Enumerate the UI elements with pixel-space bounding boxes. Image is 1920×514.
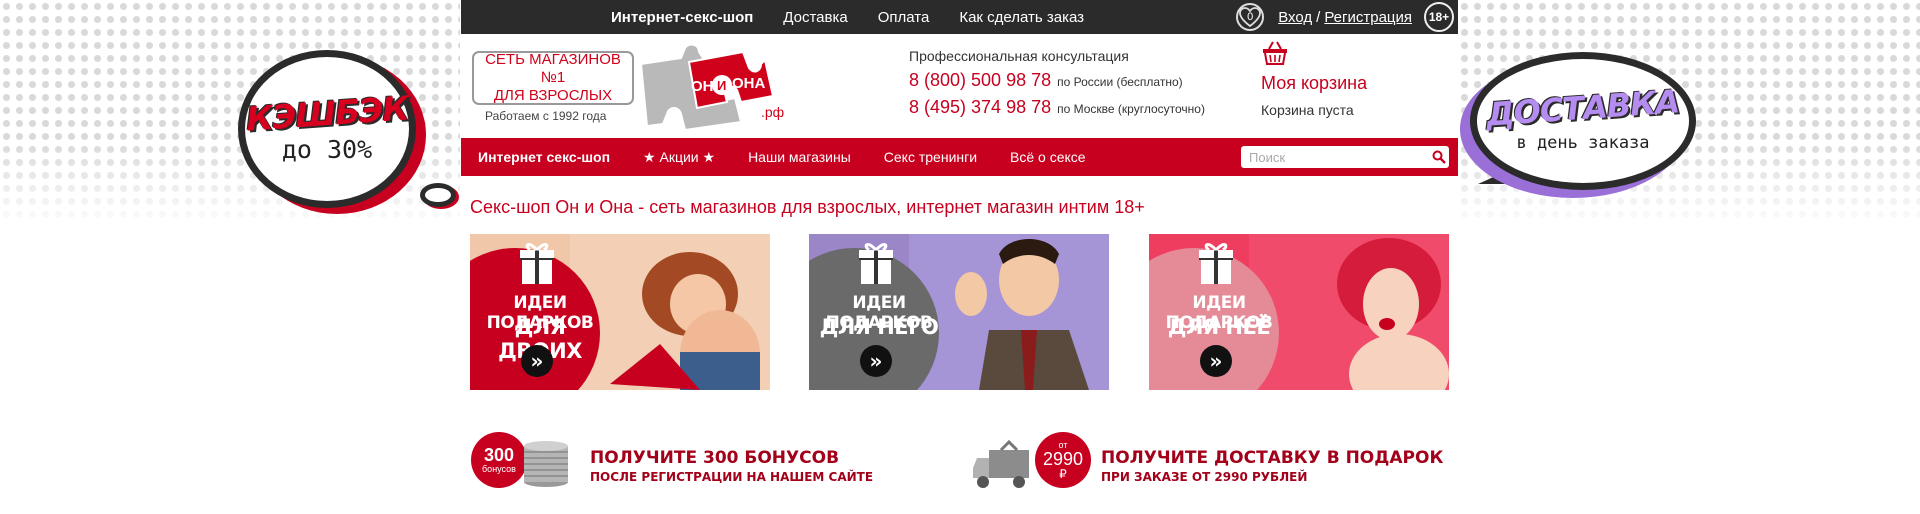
phone-number[interactable]: 8 (800) 500 98 78 xyxy=(909,70,1051,91)
delivery-title: ДОСТАВКА xyxy=(1485,82,1681,134)
promo-title: ПОЛУЧИТЕ ДОСТАВКУ В ПОДАРОК xyxy=(1101,448,1444,468)
main-nav: Интернет секс-шоп ★ Акции ★ Наши магазин… xyxy=(461,138,1458,176)
search-button[interactable] xyxy=(1429,147,1449,167)
cart[interactable]: Моя корзина Корзина пуста xyxy=(1261,40,1367,118)
promo-text: ПОЛУЧИТЕ 300 БОНУСОВ ПОСЛЕ РЕГИСТРАЦИИ Н… xyxy=(590,448,873,484)
cashback-bubble-tail xyxy=(420,183,456,207)
top-nav-delivery[interactable]: Доставка xyxy=(783,9,847,26)
nav-item-stores[interactable]: Наши магазины xyxy=(748,149,851,165)
logo-domain: .рф xyxy=(761,104,785,120)
logo-brand-i: И xyxy=(717,78,726,93)
gift-icon xyxy=(520,243,554,284)
cashback-subtitle: до 30% xyxy=(281,135,373,164)
banner-line-2: ДЛЯ НЕЁ xyxy=(1167,315,1271,339)
auth-separator: / xyxy=(1316,8,1321,26)
phone-number[interactable]: 8 (495) 374 98 78 xyxy=(909,97,1051,118)
promo-text: ПОЛУЧИТЕ ДОСТАВКУ В ПОДАРОК ПРИ ЗАКАЗЕ О… xyxy=(1101,448,1443,484)
promo-free-delivery[interactable]: от 2990 ₽ ПОЛУЧИТЕ ДОСТАВКУ В ПОДАРОК ПР… xyxy=(971,432,1451,492)
cart-status: Корзина пуста xyxy=(1261,102,1354,118)
promo-title: ПОЛУЧИТЕ 300 БОНУСОВ xyxy=(590,448,840,468)
logo-line-1: СЕТЬ МАГАЗИНОВ №1 xyxy=(485,51,621,86)
delivery-subtitle: в день заказа xyxy=(1516,133,1650,153)
nav-item-promotions[interactable]: ★ Акции ★ xyxy=(643,149,715,166)
banner-arrow-icon[interactable]: » xyxy=(860,345,892,377)
nav-item-trainings[interactable]: Секс тренинги xyxy=(884,149,977,165)
banner-gifts-for-him[interactable]: ИДЕИ ПОДАРКОВ ДЛЯ НЕГО » xyxy=(809,234,1109,390)
search-box xyxy=(1241,146,1449,168)
login-link[interactable]: Вход xyxy=(1278,9,1312,26)
nav-item-about-sex[interactable]: Всё о сексе xyxy=(1010,149,1086,165)
contacts: Профессиональная консультация 8 (800) 50… xyxy=(909,48,1205,118)
phone-note: по России (бесплатно) xyxy=(1057,75,1183,89)
bonus-badge-label: бонусов xyxy=(482,464,516,474)
nav-item-sexshop[interactable]: Интернет секс-шоп xyxy=(478,149,610,165)
favorites-button[interactable]: 0 xyxy=(1236,3,1265,31)
puzzle-logo-icon[interactable]: ОН И ОНА xyxy=(633,44,775,132)
search-input[interactable] xyxy=(1249,147,1429,167)
gift-icon xyxy=(859,243,893,284)
top-bar: Интернет-секс-шоп Доставка Оплата Как сд… xyxy=(461,0,1458,34)
delivery-bubble[interactable]: ДОСТАВКА в день заказа xyxy=(1470,52,1696,190)
logo-line-2: ДЛЯ ВЗРОСЛЫХ xyxy=(493,87,613,104)
page-title: Секс-шоп Он и Она - сеть магазинов для в… xyxy=(470,197,1145,217)
truck-icon xyxy=(973,440,1029,488)
account-area: 0 Вход / Регистрация 18+ xyxy=(1236,0,1454,34)
logo-since: Работаем с 1992 года xyxy=(485,109,607,123)
age-badge: 18+ xyxy=(1424,2,1454,32)
phone-row: 8 (495) 374 98 78 по Москве (круглосуточ… xyxy=(909,97,1205,118)
top-nav-sexshop[interactable]: Интернет-секс-шоп xyxy=(611,9,753,26)
banner-arrow-icon[interactable]: » xyxy=(1200,345,1232,377)
basket-icon xyxy=(1263,41,1287,65)
bonus-badge: 300 бонусов xyxy=(471,432,527,488)
logo-brand-ona: ОНА xyxy=(732,75,766,92)
phone-row: 8 (800) 500 98 78 по России (бесплатно) xyxy=(909,70,1205,91)
cart-title[interactable]: Моя корзина xyxy=(1261,73,1367,94)
register-link[interactable]: Регистрация xyxy=(1324,9,1412,26)
site-header: СЕТЬ МАГАЗИНОВ №1 ДЛЯ ВЗРОСЛЫХ Работаем … xyxy=(461,34,1458,138)
promo-subtitle: ПРИ ЗАКАЗЕ ОТ 2990 РУБЛЕЙ xyxy=(1101,470,1308,484)
promo-subtitle: ПОСЛЕ РЕГИСТРАЦИИ НА НАШЕМ САЙТЕ xyxy=(590,470,874,484)
top-nav: Интернет-секс-шоп Доставка Оплата Как сд… xyxy=(611,0,1114,34)
banner-gifts-for-her[interactable]: ИДЕИ ПОДАРКОВ ДЛЯ НЕЁ » xyxy=(1149,234,1449,390)
top-nav-payment[interactable]: Оплата xyxy=(878,9,930,26)
phone-note: по Москве (круглосуточно) xyxy=(1057,102,1205,116)
banner-line-2: ДЛЯ НЕГО xyxy=(819,315,939,339)
top-nav-how-to-order[interactable]: Как сделать заказ xyxy=(959,9,1084,26)
logo-brand-on: ОН xyxy=(691,78,714,95)
favorites-count: 0 xyxy=(1247,11,1254,23)
cashback-bubble[interactable]: КЭШБЭК до 30% xyxy=(238,50,416,208)
promo-bonuses[interactable]: 300 бонусов ПОЛУЧИТЕ 300 БОНУСОВ ПОСЛЕ Р… xyxy=(471,432,891,492)
delivery-badge-value: 2990 xyxy=(1042,449,1084,469)
search-icon xyxy=(1432,150,1446,164)
banner-arrow-icon[interactable]: » xyxy=(521,345,553,377)
contacts-caption: Профессиональная консультация xyxy=(909,48,1129,64)
delivery-badge: от 2990 ₽ xyxy=(1035,432,1091,488)
delivery-badge-currency: ₽ xyxy=(1059,467,1067,481)
banner-gifts-for-two[interactable]: ИДЕИ ПОДАРКОВ ДЛЯ ДВОИХ » xyxy=(470,234,770,390)
bonus-badge-value: 300 xyxy=(483,445,515,465)
cashback-title: КЭШБЭК xyxy=(244,88,410,139)
gift-icon xyxy=(1199,243,1233,284)
logo-tagline[interactable]: СЕТЬ МАГАЗИНОВ №1 ДЛЯ ВЗРОСЛЫХ xyxy=(472,51,634,105)
coins-icon xyxy=(524,441,568,487)
